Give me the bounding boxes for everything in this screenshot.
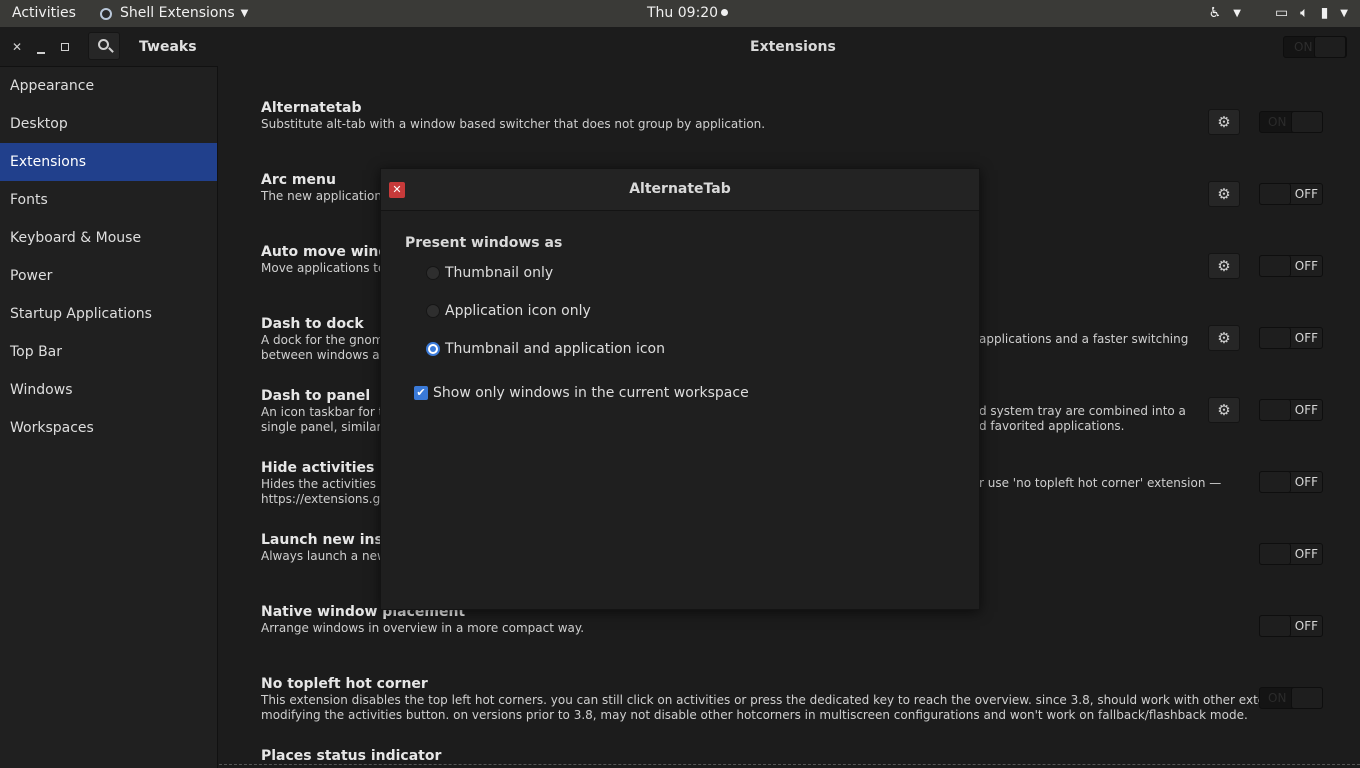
headerbar: ✕ Tweaks Extensions ON [0, 27, 1360, 67]
system-tray: ♿ ▼ ▭ 🔈︎ ▮ ▼ [1209, 0, 1348, 27]
window-close-icon[interactable]: ✕ [8, 38, 26, 56]
notification-dot-icon [721, 9, 729, 16]
extension-name: Places status indicator [261, 748, 442, 764]
alternatetab-settings-dialog: ✕ AlternateTab Present windows as Thumbn… [380, 168, 980, 610]
switch-label: ON [1294, 40, 1313, 54]
gnome-top-bar: Activities Shell Extensions ▼ Thu 09:20 … [0, 0, 1360, 27]
extension-row: Alternatetab Substitute alt-tab with a w… [261, 100, 1341, 132]
extension-toggle[interactable]: OFF [1259, 255, 1323, 277]
radio-button[interactable] [426, 304, 440, 318]
current-workspace-checkbox-row[interactable]: ✔ Show only windows in the current works… [414, 385, 749, 401]
chevron-down-icon: ▼ [240, 8, 249, 19]
extension-description-line2: modifying the activities button. on vers… [261, 708, 1248, 722]
extension-description-tail: d system tray are combined into a [979, 404, 1186, 418]
gear-icon: ⚙ [1217, 329, 1231, 347]
extension-toggle[interactable]: ON [1259, 111, 1323, 133]
sidebar-item-startup-applications[interactable]: Startup Applications [0, 295, 217, 333]
dialog-titlebar: ✕ AlternateTab [381, 169, 979, 211]
app-title: Tweaks [139, 39, 197, 55]
extension-toggle[interactable]: OFF [1259, 615, 1323, 637]
battery-icon[interactable]: ▮ [1321, 0, 1329, 27]
settings-gear-button[interactable]: ⚙ [1208, 181, 1240, 207]
extension-toggle[interactable]: OFF [1259, 399, 1323, 421]
sidebar-item-top-bar[interactable]: Top Bar [0, 333, 217, 371]
extension-description: Arrange windows in overview in a more co… [261, 621, 585, 635]
extension-toggle[interactable]: OFF [1259, 327, 1323, 349]
volume-icon[interactable]: 🔈︎ [1300, 0, 1308, 27]
sidebar-item-power[interactable]: Power [0, 257, 217, 295]
sidebar-item-fonts[interactable]: Fonts [0, 181, 217, 219]
radio-application-icon-only[interactable]: Application icon only [426, 303, 591, 319]
radio-button[interactable] [426, 266, 440, 280]
sidebar-item-extensions[interactable]: Extensions [0, 143, 217, 181]
search-button[interactable] [88, 32, 120, 60]
gear-icon: ⚙ [1217, 257, 1231, 275]
gear-icon: ⚙ [1217, 113, 1231, 131]
window-maximize-icon[interactable] [56, 38, 74, 56]
radio-thumbnail-and-app-icon[interactable]: Thumbnail and application icon [426, 341, 665, 357]
app-menu-label: Shell Extensions [120, 5, 235, 21]
chevron-down-icon[interactable]: ▼ [1233, 0, 1241, 27]
extension-toggle[interactable]: ON [1259, 687, 1323, 709]
page-title: Extensions [750, 39, 836, 55]
extension-name: No topleft hot corner [261, 676, 428, 692]
extension-description: Substitute alt-tab with a window based s… [261, 117, 766, 131]
sidebar-item-keyboard-mouse[interactable]: Keyboard & Mouse [0, 219, 217, 257]
extension-toggle[interactable]: OFF [1259, 183, 1323, 205]
extension-description: This extension disables the top left hot… [261, 693, 1304, 707]
accessibility-icon[interactable]: ♿ [1209, 0, 1222, 27]
checkbox-label: Show only windows in the current workspa… [433, 385, 749, 401]
extension-row: No topleft hot corner This extension dis… [261, 676, 1341, 723]
screen-icon[interactable]: ▭ [1275, 0, 1288, 27]
extension-name: Alternatetab [261, 100, 362, 116]
clock[interactable]: Thu 09:20 [647, 0, 729, 27]
extension-description-tail-line2: d favorited applications. [979, 419, 1125, 433]
settings-gear-button[interactable]: ⚙ [1208, 325, 1240, 351]
gear-icon: ⚙ [1217, 401, 1231, 419]
extension-row: Places status indicator [261, 748, 1341, 764]
extension-toggle[interactable]: OFF [1259, 471, 1323, 493]
radio-label: Thumbnail only [445, 265, 554, 281]
dialog-title: AlternateTab [629, 181, 731, 197]
section-label: Present windows as [405, 235, 563, 251]
radio-button[interactable] [426, 342, 440, 356]
sidebar-item-desktop[interactable]: Desktop [0, 105, 217, 143]
checkbox[interactable]: ✔ [414, 386, 428, 400]
sidebar-item-workspaces[interactable]: Workspaces [0, 409, 217, 447]
radio-label: Thumbnail and application icon [445, 341, 665, 357]
settings-gear-button[interactable]: ⚙ [1208, 253, 1240, 279]
app-icon [100, 7, 112, 20]
radio-thumbnail-only[interactable]: Thumbnail only [426, 265, 553, 281]
sidebar: Appearance Desktop Extensions Fonts Keyb… [0, 67, 218, 768]
settings-gear-button[interactable]: ⚙ [1208, 109, 1240, 135]
divider [219, 764, 1360, 765]
gear-icon: ⚙ [1217, 185, 1231, 203]
sidebar-item-windows[interactable]: Windows [0, 371, 217, 409]
extension-description-tail: r use 'no topleft hot corner' extension … [979, 476, 1222, 490]
radio-label: Application icon only [445, 303, 591, 319]
switch-knob [1314, 36, 1346, 58]
clock-label: Thu 09:20 [647, 5, 719, 21]
sidebar-item-appearance[interactable]: Appearance [0, 67, 217, 105]
sidebar-header: ✕ Tweaks [0, 27, 218, 67]
app-menu[interactable]: Shell Extensions ▼ [100, 0, 248, 27]
activities-button[interactable]: Activities [12, 0, 76, 27]
extensions-global-switch[interactable]: ON [1283, 36, 1347, 58]
chevron-down-icon[interactable]: ▼ [1340, 0, 1348, 27]
extension-description-tail: applications and a faster switching [979, 332, 1189, 346]
settings-gear-button[interactable]: ⚙ [1208, 397, 1240, 423]
extension-toggle[interactable]: OFF [1259, 543, 1323, 565]
window-minimize-icon[interactable] [32, 38, 50, 56]
